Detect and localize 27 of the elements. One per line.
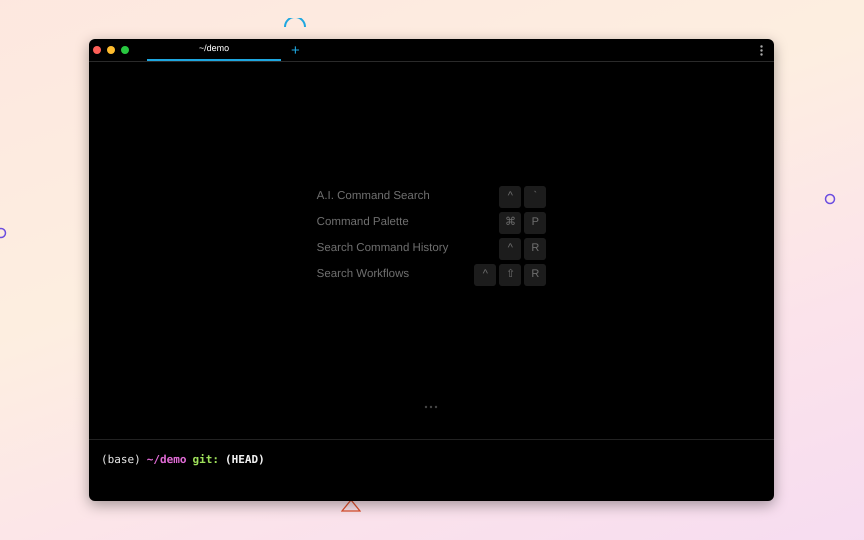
key-cap: R — [524, 264, 546, 286]
prompt-text: (HEAD) — [225, 452, 265, 468]
minimize-button[interactable] — [107, 46, 115, 54]
key-cap: ` — [524, 186, 546, 208]
maximize-button[interactable] — [121, 46, 129, 54]
key-cap: ^ — [474, 264, 496, 286]
key-cap: ^ — [499, 186, 522, 208]
prompt-text: (base) — [101, 452, 141, 468]
key-cap: P — [524, 212, 546, 234]
key-cap: ^ — [499, 238, 522, 260]
arc-decoration — [283, 18, 307, 28]
shortcut-label: Command Palette — [316, 214, 410, 230]
shortcut-label: Search Command History — [316, 240, 448, 256]
more-menu-icon[interactable] — [760, 45, 763, 56]
key-cap: R — [524, 238, 546, 260]
prompt-text: git: — [192, 452, 219, 468]
key-cap: ⌘ — [499, 212, 522, 234]
circle-decoration — [824, 193, 836, 205]
shortcut-label: Search Workflows — [316, 266, 410, 282]
close-button[interactable] — [93, 46, 101, 54]
shortcut-label: A.I. Command Search — [316, 188, 431, 204]
key-cap: ⇧ — [499, 264, 522, 286]
triangle-decoration — [341, 498, 361, 512]
prompt-text: ~/demo — [146, 452, 186, 468]
tab[interactable]: ~/demo — [147, 39, 281, 61]
resize-handle-icon[interactable] — [424, 405, 438, 409]
new-tab-button[interactable]: + — [285, 39, 306, 61]
